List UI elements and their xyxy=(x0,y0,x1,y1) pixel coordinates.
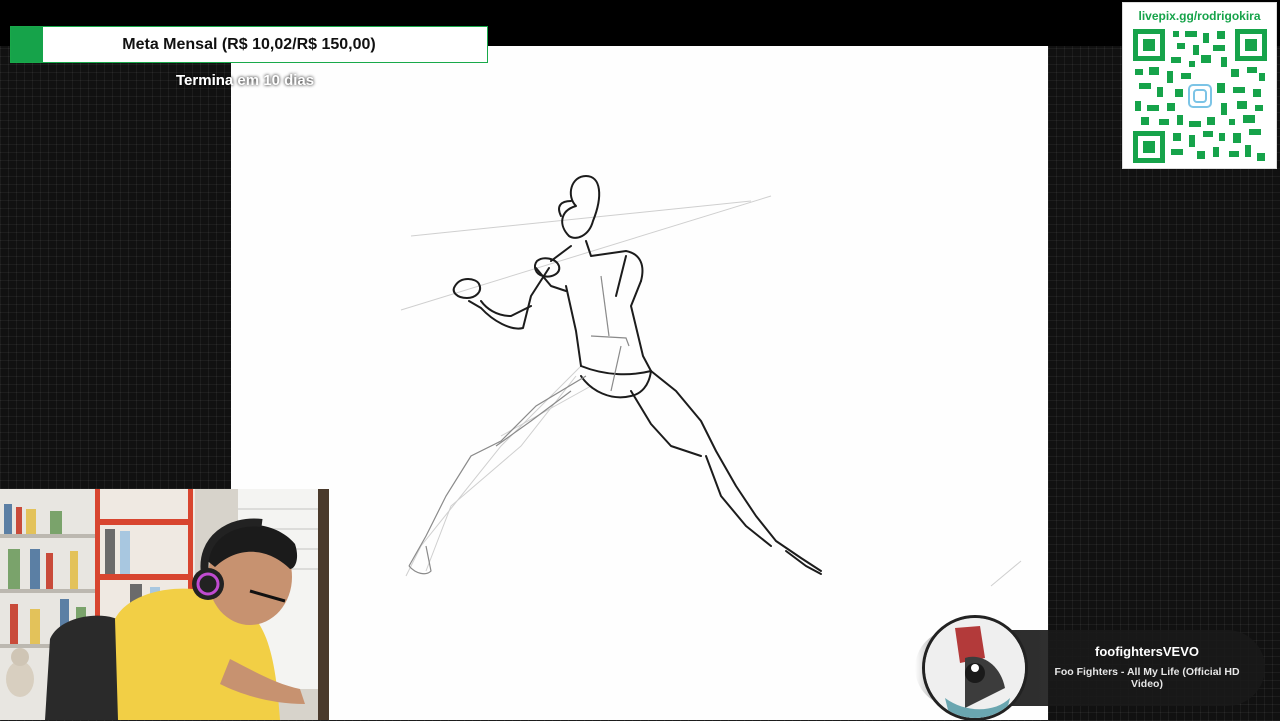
now-playing-artist: foofightersVEVO xyxy=(1094,644,1199,659)
album-art-image xyxy=(925,618,1025,718)
qr-code-icon xyxy=(1133,29,1267,163)
now-playing-track: Foo Fighters - All My Life (Official HD … xyxy=(1054,666,1240,690)
goal-deadline: Termina em 10 dias xyxy=(176,72,315,89)
figure-sketch xyxy=(400,175,1022,587)
donation-qr-card[interactable]: livepix.gg/rodrigokira xyxy=(1122,2,1277,169)
drawing-canvas[interactable] xyxy=(231,46,1048,720)
monthly-goal-widget: Meta Mensal (R$ 10,02/R$ 150,00) xyxy=(10,26,488,63)
goal-title: Meta Mensal (R$ 10,02/R$ 150,00) xyxy=(122,36,376,53)
album-art xyxy=(922,615,1028,721)
donation-url[interactable]: livepix.gg/rodrigokira xyxy=(1123,9,1276,23)
webcam-image xyxy=(0,489,329,720)
webcam-feed xyxy=(0,489,329,720)
